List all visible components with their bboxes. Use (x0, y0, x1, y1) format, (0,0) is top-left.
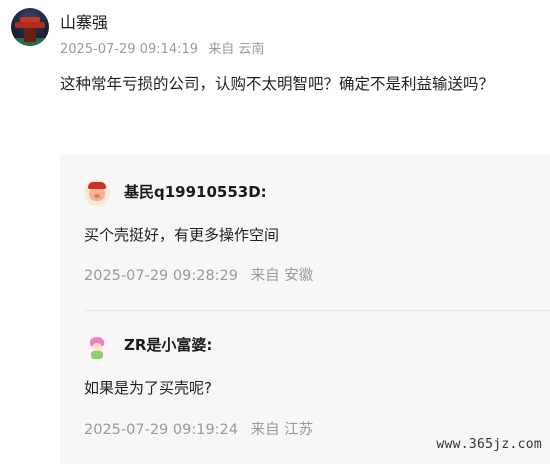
avatar-dress-shape (91, 351, 103, 359)
reply-location: 来自 安徽 (250, 268, 314, 284)
site-watermark: www.365jz.com (436, 437, 542, 452)
author-avatar[interactable] (11, 8, 49, 46)
avatar-tower-shape (24, 28, 36, 42)
avatar-nose-shape (94, 194, 100, 198)
reply-body: 买个壳挺好，有更多操作空间 (84, 226, 280, 244)
reply-author[interactable]: 基民q19910553D: (124, 181, 267, 202)
comment-post: 山寨强 2025-07-29 09:14:19 来自 云南 这种常年亏损的公司，… (0, 0, 550, 464)
reply-location: 来自 江苏 (250, 422, 314, 438)
reply-avatar[interactable] (84, 180, 110, 206)
post-location: 来自 云南 (208, 42, 265, 57)
avatar-hat-shape (88, 182, 106, 189)
reply-avatar[interactable] (84, 334, 110, 360)
reply-timestamp: 2025-07-29 09:19:24 (84, 422, 238, 438)
reply-author[interactable]: ZR是小富婆: (124, 334, 212, 355)
post-body: 这种常年亏损的公司，认购不太明智吧？确定不是利益输送吗？ (60, 75, 495, 93)
reply-meta: 2025-07-29 09:19:24 来自 江苏 (84, 418, 313, 439)
post-timestamp: 2025-07-29 09:14:19 (60, 42, 199, 57)
reply-timestamp: 2025-07-29 09:28:29 (84, 268, 238, 284)
reply-item: 基民q19910553D: 买个壳挺好，有更多操作空间 2025-07-29 0… (60, 154, 550, 310)
replies-panel: 基民q19910553D: 买个壳挺好，有更多操作空间 2025-07-29 0… (60, 154, 550, 464)
post-meta: 2025-07-29 09:14:19 来自 云南 (60, 38, 264, 57)
reply-body: 如果是为了买壳呢? (84, 379, 212, 397)
reply-meta: 2025-07-29 09:28:29 来自 安徽 (84, 264, 313, 285)
author-name[interactable]: 山寨强 (60, 9, 108, 33)
